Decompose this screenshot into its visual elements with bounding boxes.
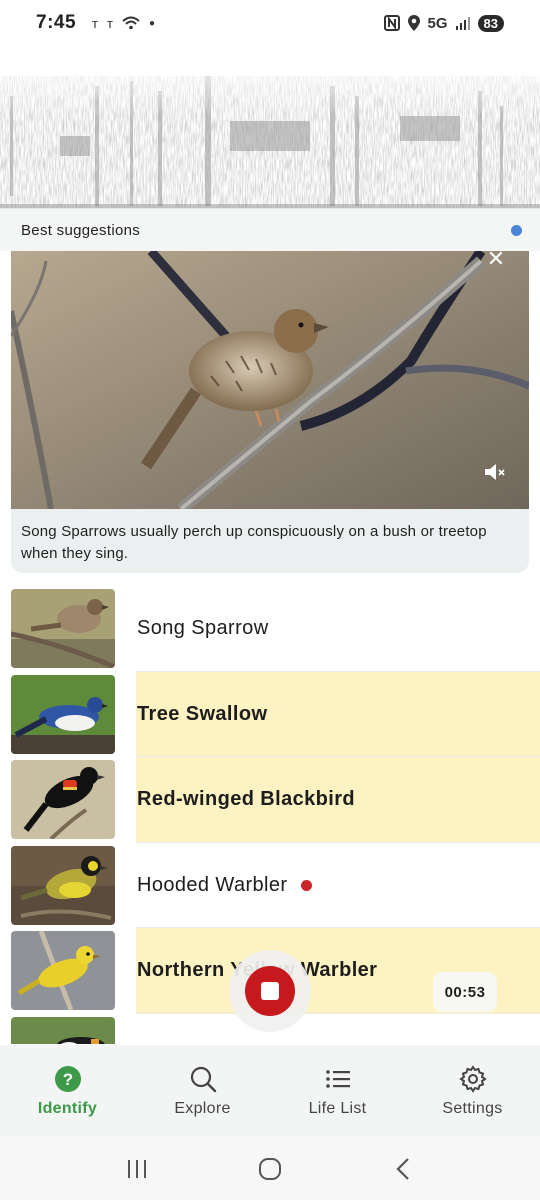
status-time: 7:45 (36, 12, 77, 33)
back-button[interactable] (383, 1149, 423, 1189)
close-icon[interactable]: ✕ (485, 251, 507, 273)
record-stop-button[interactable] (229, 950, 311, 1032)
status-bar: 7:45 ᴛ ᴛ ● 5G 83 (0, 0, 540, 46)
nav-settings[interactable]: Settings (405, 1045, 540, 1137)
home-button[interactable] (250, 1149, 290, 1189)
page-indicator-dot (511, 224, 522, 236)
species-row-hooded-warbler[interactable]: Hooded Warbler (0, 843, 540, 928)
suggestions-title: Best suggestions (21, 221, 141, 239)
species-name: Red-winged Blackbird (137, 788, 356, 811)
notification-icon: ᴛ (92, 15, 98, 31)
species-row-red-winged-blackbird[interactable]: Red-winged Blackbird (0, 757, 540, 843)
network-label: 5G (427, 14, 448, 32)
recording-timer: 00:53 (433, 972, 497, 1012)
photo-caption: Song Sparrows usually perch up conspicuo… (21, 523, 487, 562)
species-row-tree-swallow[interactable]: Tree Swallow (0, 671, 540, 757)
recent-apps-button[interactable] (117, 1149, 157, 1189)
search-icon (188, 1064, 218, 1094)
song-sparrow-photo-image (11, 251, 529, 509)
nav-label: Settings (442, 1100, 503, 1117)
suggestions-header: Best suggestions (0, 208, 540, 251)
nav-identify[interactable]: ? Identify (0, 1045, 135, 1137)
spectrogram (0, 46, 540, 208)
species-thumbnail (11, 1016, 115, 1044)
species-photo-card[interactable]: ✕ Song Sparrows usually perch up conspic… (11, 251, 529, 573)
species-thumbnail (11, 931, 115, 1011)
nav-label: Identify (37, 1100, 98, 1117)
species-thumbnail (11, 589, 115, 669)
battery-badge: 83 (477, 14, 504, 32)
spectrogram-graphic (0, 46, 540, 208)
stop-icon (245, 966, 295, 1016)
dot-icon: ● (148, 17, 156, 29)
species-thumbnail (11, 845, 115, 925)
nfc-icon (383, 15, 400, 31)
nav-explore[interactable]: Explore (135, 1045, 270, 1137)
new-species-dot (301, 879, 313, 891)
gear-icon (458, 1064, 488, 1094)
wifi-icon (122, 16, 140, 30)
species-name: Hooded Warbler (137, 874, 313, 897)
notification-icons: ᴛ ᴛ ● (92, 16, 155, 31)
notification-icon: ᴛ (107, 15, 113, 31)
signal-icon (455, 17, 470, 30)
mute-icon[interactable] (483, 461, 507, 483)
system-navigation (0, 1137, 540, 1200)
row-background (136, 1014, 540, 1045)
location-icon (407, 15, 420, 31)
bird-photo[interactable]: ✕ (11, 251, 529, 509)
nav-label: Explore (174, 1100, 231, 1117)
species-name: Tree Swallow (137, 702, 268, 725)
nav-life-list[interactable]: Life List (270, 1045, 405, 1137)
species-row-song-sparrow[interactable]: Song Sparrow (0, 586, 540, 672)
list-icon (323, 1064, 353, 1094)
nav-label: Life List (308, 1100, 367, 1117)
species-thumbnail (11, 760, 115, 840)
svg-text:?: ? (62, 1070, 72, 1089)
species-thumbnail (11, 674, 115, 754)
status-right: 5G 83 (383, 14, 504, 32)
help-circle-icon: ? (53, 1064, 83, 1094)
bottom-navigation: ? Identify Explore Life List Settings (0, 1045, 540, 1137)
species-name: Song Sparrow (137, 617, 269, 640)
